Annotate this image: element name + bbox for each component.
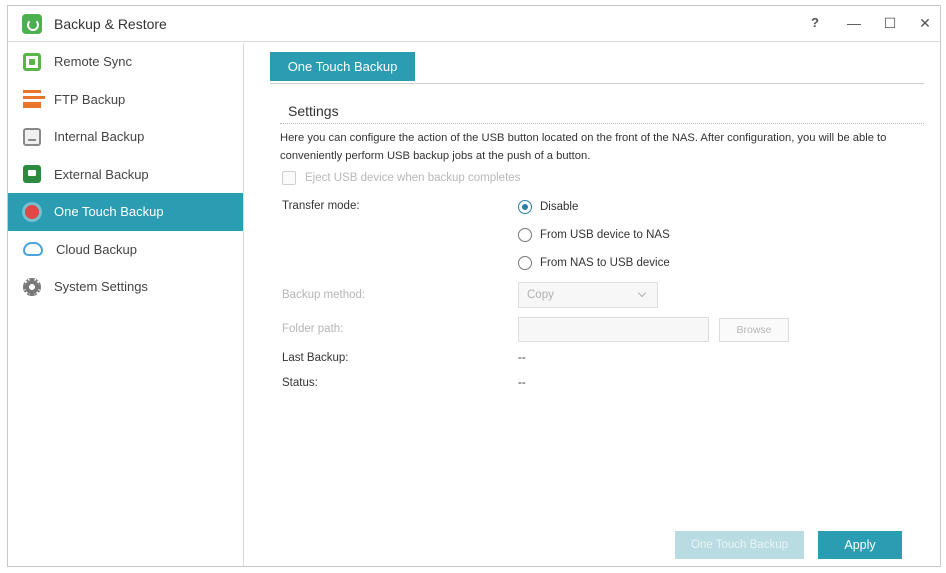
maximize-icon[interactable]: ☐ xyxy=(879,12,901,34)
external-backup-icon xyxy=(23,165,41,184)
transfer-mode-label: Transfer mode: xyxy=(282,200,360,212)
sidebar-item-label: Internal Backup xyxy=(54,129,145,145)
sidebar-item-label: External Backup xyxy=(54,166,149,182)
main-panel: One Touch Backup Settings Here you can c… xyxy=(245,43,940,566)
eject-usb-option: Eject USB device when backup completes xyxy=(282,171,520,185)
sidebar-item-cloud-backup[interactable]: Cloud Backup xyxy=(8,231,243,269)
sidebar-item-remote-sync[interactable]: Remote Sync xyxy=(8,43,243,81)
sidebar-item-external-backup[interactable]: External Backup xyxy=(8,156,243,194)
transfer-mode-disable[interactable]: Disable xyxy=(518,200,578,214)
transfer-mode-usb-to-nas[interactable]: From USB device to NAS xyxy=(518,228,670,242)
sidebar-item-system-settings[interactable]: System Settings xyxy=(8,268,243,306)
section-divider xyxy=(280,123,924,124)
sidebar: Remote Sync FTP Backup Internal Backup E… xyxy=(8,43,244,566)
folder-path-input[interactable] xyxy=(518,317,709,342)
transfer-mode-nas-to-usb[interactable]: From NAS to USB device xyxy=(518,256,670,270)
sidebar-item-ftp-backup[interactable]: FTP Backup xyxy=(8,81,243,119)
tab-one-touch-backup[interactable]: One Touch Backup xyxy=(270,52,415,81)
browse-button[interactable]: Browse xyxy=(719,318,789,342)
sidebar-item-label: System Settings xyxy=(54,279,148,295)
sidebar-item-label: Cloud Backup xyxy=(56,241,137,257)
radio-label: Disable xyxy=(540,201,579,213)
minimize-icon[interactable]: — xyxy=(843,12,865,34)
backup-method-select[interactable]: Copy xyxy=(518,282,658,308)
help-icon[interactable]: ? xyxy=(804,12,826,34)
sidebar-item-label: Remote Sync xyxy=(54,54,133,70)
last-backup-label: Last Backup: xyxy=(282,352,349,364)
backup-method-label: Backup method: xyxy=(282,289,366,301)
radio-label: From NAS to USB device xyxy=(540,257,670,269)
last-backup-value: -- xyxy=(518,352,526,364)
folder-path-label: Folder path: xyxy=(282,323,344,335)
backup-method-value: Copy xyxy=(527,289,554,301)
sidebar-item-label: FTP Backup xyxy=(54,91,126,107)
sidebar-item-label: One Touch Backup xyxy=(54,204,164,220)
sidebar-item-one-touch-backup[interactable]: One Touch Backup xyxy=(8,193,243,231)
settings-description: Here you can configure the action of the… xyxy=(280,132,887,162)
title-bar: Backup & Restore ? — ☐ ✕ xyxy=(8,6,940,42)
status-value: -- xyxy=(518,377,526,389)
radio-nas-to-usb[interactable] xyxy=(518,256,532,270)
backup-restore-window: Backup & Restore ? — ☐ ✕ Remote Sync FTP… xyxy=(7,5,941,567)
close-icon[interactable]: ✕ xyxy=(914,12,936,34)
one-touch-icon xyxy=(25,204,39,219)
tab-divider xyxy=(270,83,924,84)
eject-usb-label: Eject USB device when backup completes xyxy=(305,172,521,184)
status-label: Status: xyxy=(282,377,318,389)
gear-icon xyxy=(23,277,41,296)
sidebar-item-internal-backup[interactable]: Internal Backup xyxy=(8,118,243,156)
window-title: Backup & Restore xyxy=(54,16,167,32)
settings-heading: Settings xyxy=(288,103,339,119)
eject-usb-checkbox[interactable] xyxy=(282,171,296,185)
radio-label: From USB device to NAS xyxy=(540,229,670,241)
apply-button[interactable]: Apply xyxy=(818,531,902,559)
radio-disable[interactable] xyxy=(518,200,532,214)
internal-backup-icon xyxy=(23,127,41,146)
backup-restore-app-icon xyxy=(22,14,42,34)
ftp-icon xyxy=(23,90,45,109)
radio-usb-to-nas[interactable] xyxy=(518,228,532,242)
chevron-down-icon xyxy=(637,288,647,298)
cloud-icon xyxy=(23,242,43,257)
one-touch-backup-button[interactable]: One Touch Backup xyxy=(675,531,804,559)
remote-sync-icon xyxy=(23,52,41,71)
